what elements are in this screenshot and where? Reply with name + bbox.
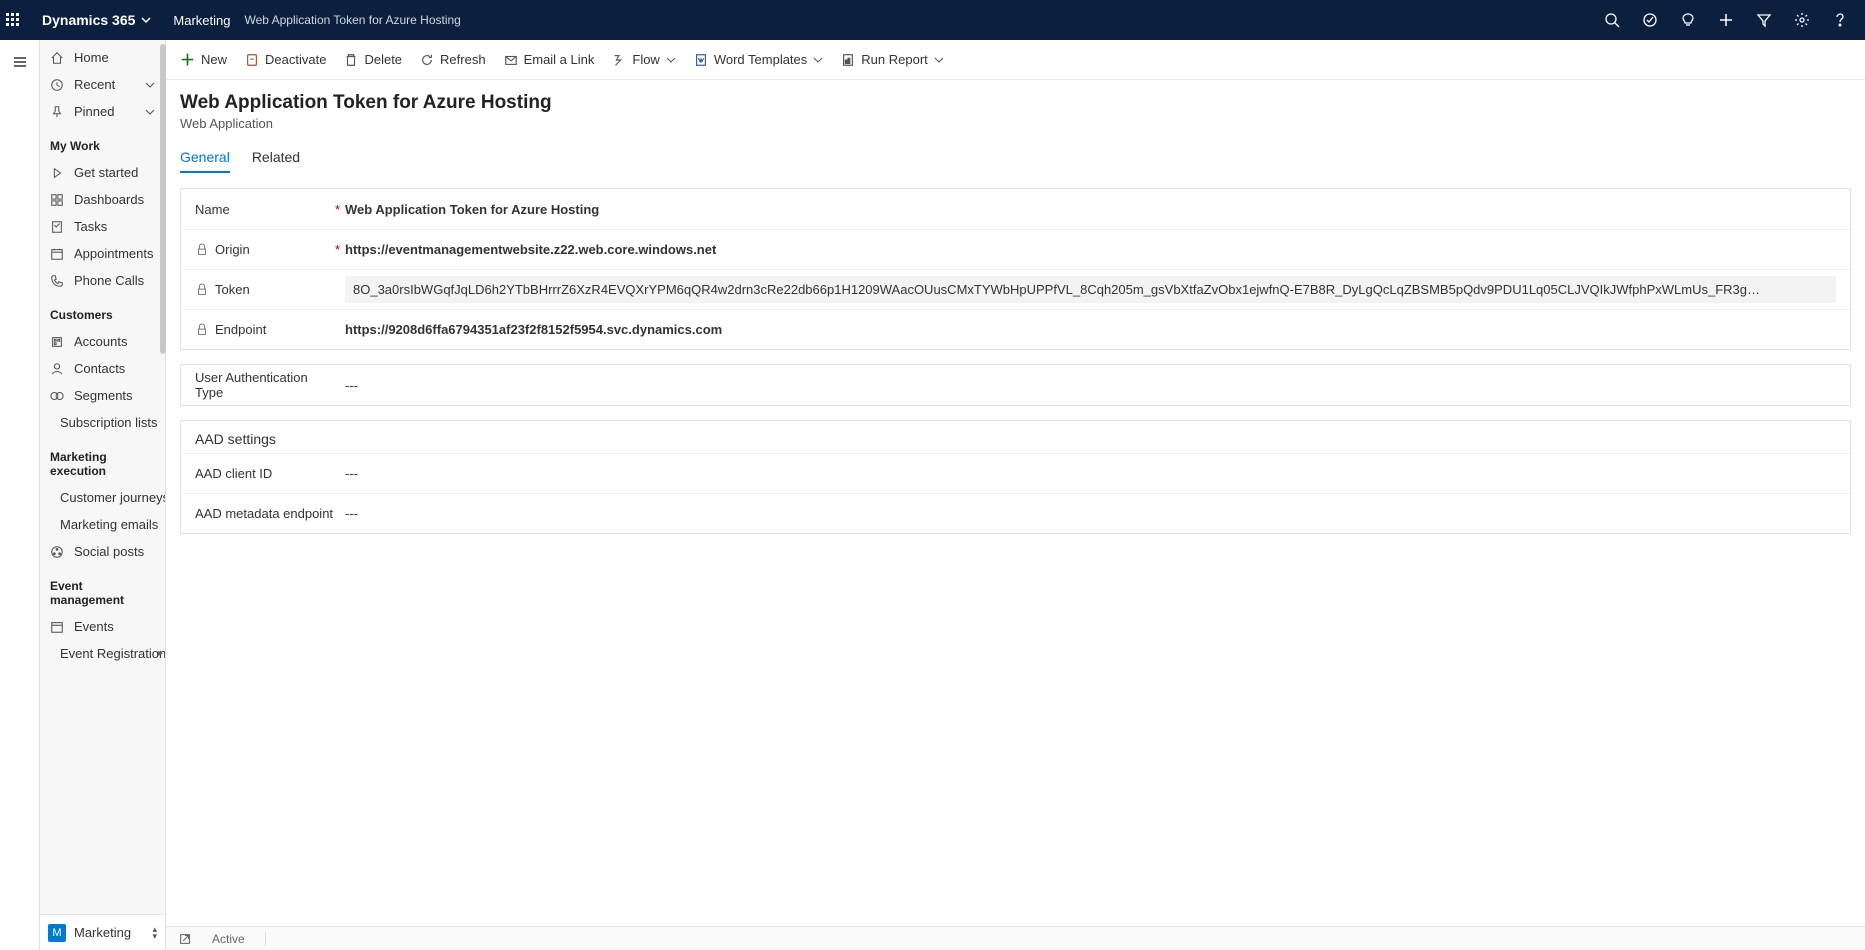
deactivate-button[interactable]: Deactivate bbox=[245, 52, 326, 67]
chevron-right-icon: ▸ bbox=[158, 648, 163, 659]
sidebar-item-appointments[interactable]: Appointments bbox=[40, 240, 165, 267]
help-icon[interactable] bbox=[1821, 0, 1859, 40]
field-origin[interactable]: Origin* https://eventmanagementwebsite.z… bbox=[181, 229, 1850, 269]
sidebar-item-segments[interactable]: Segments bbox=[40, 382, 165, 409]
lock-icon bbox=[195, 243, 209, 257]
plus-icon[interactable] bbox=[1707, 0, 1745, 40]
main-region: ＋New Deactivate Delete Refresh Email a L… bbox=[166, 40, 1865, 950]
command-bar: ＋New Deactivate Delete Refresh Email a L… bbox=[166, 40, 1865, 80]
sidebar-item-accounts[interactable]: Accounts bbox=[40, 328, 165, 355]
chevron-down-icon bbox=[813, 55, 823, 65]
brand-label: Dynamics 365 bbox=[42, 12, 135, 28]
run-report-button[interactable]: Run Report bbox=[841, 52, 943, 67]
app-launcher-icon[interactable] bbox=[6, 13, 38, 27]
open-in-new-icon[interactable] bbox=[178, 932, 192, 946]
page-subtitle: Web Application bbox=[180, 116, 1851, 131]
search-icon[interactable] bbox=[1593, 0, 1631, 40]
hamburger-column bbox=[0, 40, 40, 950]
chevron-down-icon bbox=[145, 80, 155, 90]
section-auth: User Authentication Type --- bbox=[180, 364, 1851, 406]
tab-related[interactable]: Related bbox=[252, 149, 300, 173]
brand-dropdown[interactable]: Dynamics 365 bbox=[38, 12, 159, 28]
sidebar-item-marketing-emails[interactable]: Marketing emails bbox=[40, 511, 165, 538]
field-auth-type[interactable]: User Authentication Type --- bbox=[181, 365, 1850, 405]
sidebar-item-event-registrations[interactable]: Event Registrations▸ bbox=[40, 640, 165, 667]
required-icon: * bbox=[335, 202, 340, 217]
chevron-down-icon bbox=[666, 55, 676, 65]
new-button[interactable]: ＋New bbox=[180, 49, 227, 70]
sidebar: HomeRecentPinnedMy WorkGet startedDashbo… bbox=[40, 40, 166, 950]
area-label: Marketing bbox=[159, 13, 244, 28]
breadcrumb: Web Application Token for Azure Hosting bbox=[244, 13, 460, 27]
sidebar-item-dashboards[interactable]: Dashboards bbox=[40, 186, 165, 213]
lock-icon bbox=[195, 283, 209, 297]
sidebar-group-my-work: My Work bbox=[40, 125, 165, 159]
task-timeline-icon[interactable] bbox=[1631, 0, 1669, 40]
sidebar-item-phone-calls[interactable]: Phone Calls bbox=[40, 267, 165, 294]
field-endpoint[interactable]: Endpoint https://9208d6ffa6794351af23f2f… bbox=[181, 309, 1850, 349]
status-bar: Active bbox=[166, 926, 1865, 950]
section-aad: AAD settings AAD client ID --- AAD metad… bbox=[180, 420, 1851, 534]
sidebar-item-home[interactable]: Home bbox=[40, 44, 165, 71]
sidebar-item-customer-journeys[interactable]: Customer journeys bbox=[40, 484, 165, 511]
gear-icon[interactable] bbox=[1783, 0, 1821, 40]
global-nav-bar: Dynamics 365 Marketing Web Application T… bbox=[0, 0, 1865, 40]
field-token[interactable]: Token 8O_3a0rsIbWGqfJqLD6h2YTbBHrrrZ6XzR… bbox=[181, 269, 1850, 309]
section-title-aad: AAD settings bbox=[181, 421, 1850, 453]
field-aad-metadata[interactable]: AAD metadata endpoint --- bbox=[181, 493, 1850, 533]
required-icon: * bbox=[335, 242, 340, 257]
tabs: General Related bbox=[180, 149, 1851, 174]
sidebar-item-pinned[interactable]: Pinned bbox=[40, 98, 165, 125]
lock-icon bbox=[195, 323, 209, 337]
email-link-button[interactable]: Email a Link bbox=[504, 52, 595, 67]
field-name[interactable]: Name* Web Application Token for Azure Ho… bbox=[181, 189, 1850, 229]
word-templates-button[interactable]: Word Templates bbox=[694, 52, 823, 67]
section-main: Name* Web Application Token for Azure Ho… bbox=[180, 188, 1851, 350]
sidebar-group-marketing-execution: Marketing execution bbox=[40, 436, 165, 484]
sidebar-item-contacts[interactable]: Contacts bbox=[40, 355, 165, 382]
status-label: Active bbox=[212, 932, 245, 946]
refresh-button[interactable]: Refresh bbox=[420, 52, 486, 67]
area-footer-label: Marketing bbox=[74, 925, 131, 940]
sidebar-group-event-management: Event management bbox=[40, 565, 165, 613]
plus-icon: ＋ bbox=[180, 49, 195, 70]
sidebar-item-events[interactable]: Events bbox=[40, 613, 165, 640]
sidebar-item-get-started[interactable]: Get started bbox=[40, 159, 165, 186]
flow-button[interactable]: Flow bbox=[612, 52, 675, 67]
area-switch-chevron-icon: ▴▾ bbox=[152, 926, 157, 940]
form-content: Web Application Token for Azure Hosting … bbox=[166, 80, 1865, 926]
page-title: Web Application Token for Azure Hosting bbox=[180, 92, 1851, 114]
sidebar-item-social-posts[interactable]: Social posts bbox=[40, 538, 165, 565]
sidebar-item-recent[interactable]: Recent bbox=[40, 71, 165, 98]
lightbulb-icon[interactable] bbox=[1669, 0, 1707, 40]
delete-button[interactable]: Delete bbox=[344, 52, 402, 67]
sidebar-area-switcher[interactable]: M Marketing ▴▾ bbox=[40, 914, 165, 950]
field-aad-client[interactable]: AAD client ID --- bbox=[181, 453, 1850, 493]
sidebar-item-subscription-lists[interactable]: Subscription lists bbox=[40, 409, 165, 436]
tab-general[interactable]: General bbox=[180, 149, 230, 173]
sidebar-item-tasks[interactable]: Tasks bbox=[40, 213, 165, 240]
hamburger-icon[interactable] bbox=[12, 54, 28, 70]
chevron-down-icon bbox=[145, 107, 155, 117]
sidebar-group-customers: Customers bbox=[40, 294, 165, 328]
filter-icon[interactable] bbox=[1745, 0, 1783, 40]
area-badge: M bbox=[48, 924, 66, 942]
chevron-down-icon bbox=[934, 55, 944, 65]
